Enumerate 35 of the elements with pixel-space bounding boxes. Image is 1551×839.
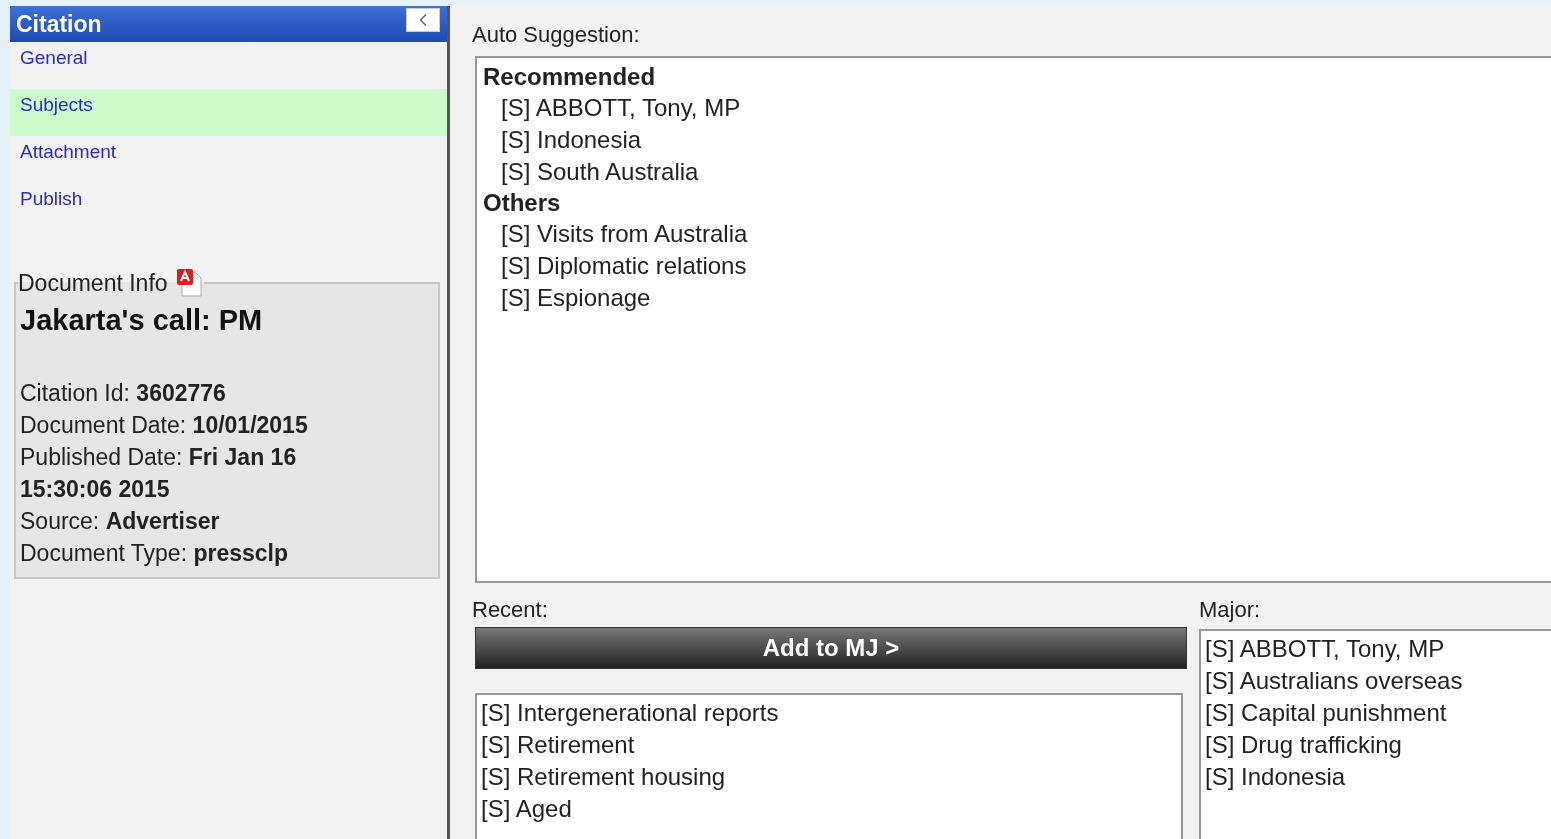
list-item[interactable]: [S] ABBOTT, Tony, MP <box>1205 633 1547 665</box>
nav-link[interactable]: Publish <box>10 183 447 230</box>
info-line: Published Date: Fri Jan 16 15:30:06 2015 <box>20 443 298 504</box>
panel-title: Citation <box>16 10 102 38</box>
list-item[interactable]: [S] Espionage <box>483 282 1545 314</box>
nav-link[interactable]: General <box>10 42 447 89</box>
list-item[interactable]: [S] Intergenerational reports <box>481 697 1177 729</box>
group-heading: Others <box>483 188 562 218</box>
info-line: Source: Advertiser <box>20 507 221 536</box>
list-item[interactable]: [S] Indonesia <box>1205 761 1547 793</box>
section-label: Recent: <box>472 597 549 623</box>
document-title: Jakarta's call: PM <box>20 304 264 337</box>
list-item[interactable]: [S] Australians overseas <box>1205 665 1547 697</box>
list-item[interactable]: [S] Retirement housing <box>481 761 1177 793</box>
list-item[interactable]: [S] Drug trafficking <box>1205 729 1547 761</box>
section-label: Major: <box>1199 597 1262 623</box>
list-item[interactable]: [S] Diplomatic relations <box>483 250 1545 282</box>
list-item[interactable]: [S] Retirement <box>481 729 1177 761</box>
list-item[interactable]: [S] Indonesia <box>483 124 1545 156</box>
add-button[interactable]: Add to MJ > <box>475 627 1187 669</box>
list-item[interactable]: [S] Aged <box>481 793 1177 825</box>
info-line: Document Type: pressclp <box>20 539 290 568</box>
group-heading: Recommended <box>483 62 657 92</box>
info-line: Document Date: 10/01/2015 <box>20 411 309 440</box>
list-item[interactable]: [S] Capital punishment <box>1205 697 1547 729</box>
info-line: Citation Id: 3602776 <box>20 379 227 408</box>
nav-link[interactable]: Subjects <box>10 89 447 136</box>
list-item[interactable]: [S] ABBOTT, Tony, MP <box>483 92 1545 124</box>
pdf-file-icon[interactable] <box>175 268 204 298</box>
list-item[interactable]: [S] Visits from Australia <box>483 218 1545 250</box>
collapse-button[interactable] <box>406 8 440 32</box>
section-label: Auto Suggestion: <box>472 22 641 48</box>
list-item[interactable]: [S] South Australia <box>483 156 1545 188</box>
nav-link[interactable]: Attachment <box>10 136 447 183</box>
legend-text: Document Info <box>18 269 168 297</box>
